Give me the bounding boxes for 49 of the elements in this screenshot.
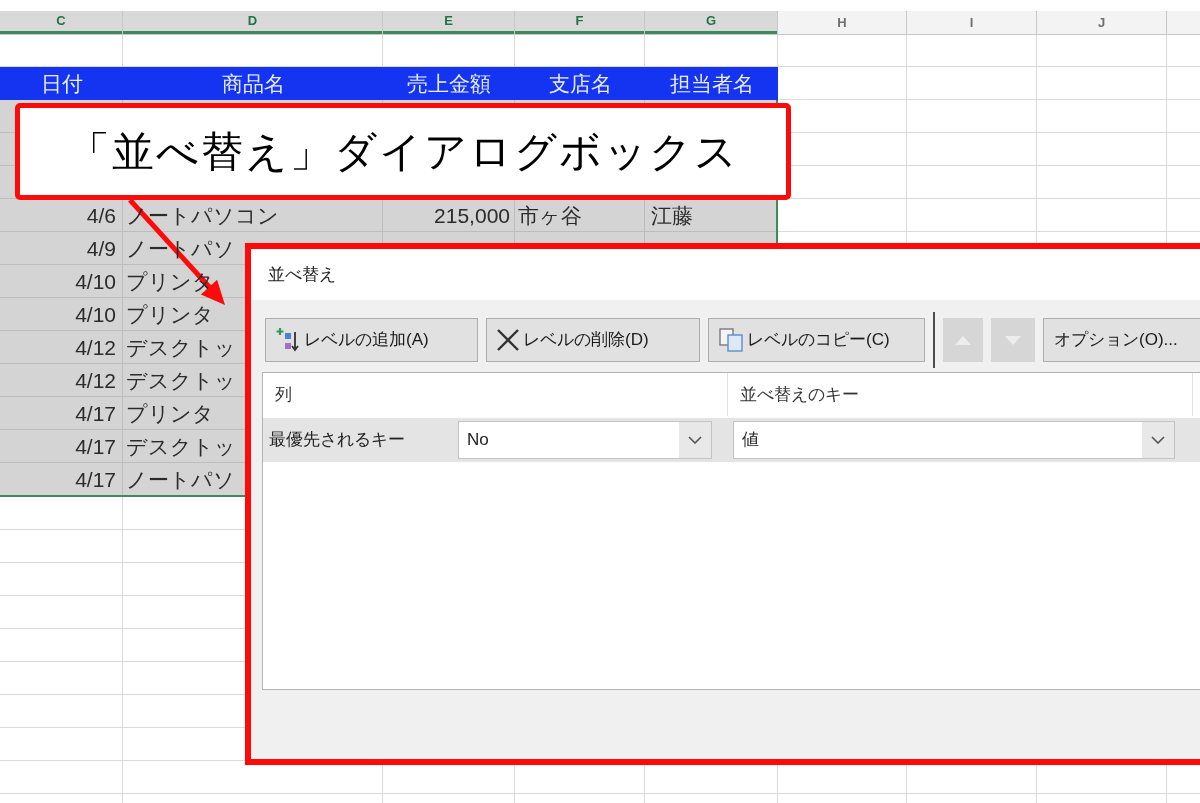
date-text: 4/10 xyxy=(75,270,116,292)
date-text: 4/9 xyxy=(86,237,116,259)
cross-icon xyxy=(497,329,519,351)
callout: 「並べ替え」ダイアログボックス xyxy=(15,103,791,200)
product-name: プリンタ xyxy=(126,402,214,424)
add-level-button[interactable]: レベルの追加(A) xyxy=(265,318,478,362)
date-text: 4/10 xyxy=(75,303,116,325)
sort-level-row[interactable]: 最優先されるキー No 値 xyxy=(263,418,1200,462)
product-name: ノートパソ xyxy=(126,468,235,490)
table-header: 支店名 xyxy=(515,67,645,100)
table-header: 担当者名 xyxy=(645,67,778,100)
date-text: 4/12 xyxy=(75,336,116,358)
date-text: 4/17 xyxy=(75,402,116,424)
product-name: デスクトッ xyxy=(126,435,236,457)
product-name: デスクトッ xyxy=(126,369,236,391)
sales-amount: 215,000 xyxy=(434,204,510,226)
chevron-down-icon xyxy=(1151,436,1165,444)
date-text: 4/17 xyxy=(75,435,116,457)
column-dropdown[interactable]: No xyxy=(458,421,712,459)
column-header[interactable]: G xyxy=(645,11,777,34)
product-name: デスクトッ xyxy=(126,336,236,358)
table-header: 売上金額 xyxy=(383,67,515,100)
column-header[interactable]: D xyxy=(123,11,382,34)
column-header[interactable]: F xyxy=(515,11,644,34)
chevron-down-icon xyxy=(688,436,702,444)
column-header[interactable]: I xyxy=(907,11,1036,34)
date-text: 4/6 xyxy=(86,204,116,226)
dialog-title: 並べ替え xyxy=(268,263,336,286)
sort-on-dropdown[interactable]: 値 xyxy=(733,421,1175,459)
sort-add-icon xyxy=(276,327,300,353)
options-button[interactable]: オプション(O)... xyxy=(1043,318,1200,362)
column-header[interactable]: J xyxy=(1037,11,1166,34)
branch-name: 市ヶ谷 xyxy=(518,204,582,226)
product-name: プリンタ xyxy=(126,303,214,325)
table-header: 商品名 xyxy=(123,67,383,100)
date-text: 4/12 xyxy=(75,369,116,391)
copy-level-button[interactable]: レベルのコピー(C) xyxy=(708,318,925,362)
delete-level-button[interactable]: レベルの削除(D) xyxy=(486,318,700,362)
column-header[interactable]: C xyxy=(0,11,122,34)
level-label: 最優先されるキー xyxy=(269,429,405,452)
column-header[interactable]: H xyxy=(778,11,906,34)
column-heading: 並べ替えのキー xyxy=(740,383,859,406)
copy-icon xyxy=(719,328,743,352)
column-heading: 列 xyxy=(275,383,292,406)
column-header[interactable]: E xyxy=(383,11,514,34)
date-text: 4/17 xyxy=(75,468,116,490)
staff-name: 江藤 xyxy=(651,204,693,226)
table-header: 日付 xyxy=(0,67,123,100)
product-name: ノートパソコン xyxy=(126,204,279,226)
